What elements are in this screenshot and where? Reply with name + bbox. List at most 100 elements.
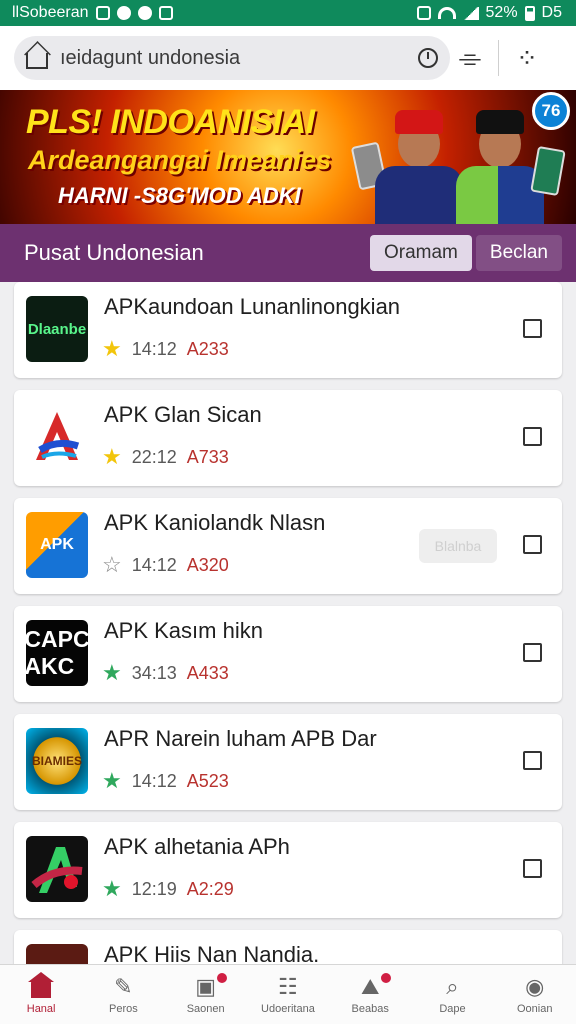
section-title: Pusat Undonesian (24, 240, 204, 265)
star-icon: ★ (102, 876, 122, 901)
nav-label: Hanal (26, 1002, 56, 1015)
app-screen: llSobeeran 52% D5 ıeidagunt undonesia ⌯ … (0, 0, 576, 1024)
nav-peros[interactable]: ✎ Peros (82, 965, 164, 1024)
nav-label: Dape (439, 1002, 466, 1015)
price-text: A320 (186, 554, 229, 575)
app-meta: ★ 12:19 A2:29 (102, 878, 234, 900)
app-meta: ★ 14:12 A523 (102, 770, 229, 792)
app-icon-label: Dlaanbe (27, 320, 87, 338)
section-header: Pusat Undonesian Oramam Beclan (0, 224, 576, 282)
nav-saonen[interactable]: ▣ Saonen (165, 965, 247, 1024)
app-name: APK Kaniolandk Nlasn (104, 510, 326, 535)
home-icon (28, 971, 55, 999)
section-tabs: Oramam Beclan (369, 235, 562, 271)
share-button[interactable]: ⌯ (450, 38, 490, 78)
nav-home[interactable]: Hanal (0, 965, 82, 1024)
home-icon[interactable] (26, 53, 48, 69)
app-icon-label: APK (40, 536, 74, 553)
select-checkbox[interactable] (523, 751, 542, 770)
star-outline-icon: ☆ (102, 552, 122, 577)
price-text: A433 (186, 662, 229, 683)
price-text: A523 (186, 770, 229, 791)
app-meta: ☆ 14:12 A320 (102, 554, 229, 576)
timer-icon[interactable] (418, 48, 438, 68)
tab-oramam[interactable]: Oramam (369, 235, 472, 271)
person-body (375, 166, 463, 224)
nav-label: Beabas (351, 1002, 389, 1015)
banner-badge-icon: 76 (532, 92, 570, 130)
chat-notification-icon (137, 6, 152, 20)
app-list: Dlaanbe APKaundoan Lunanlinongkian ★ 14:… (14, 282, 562, 1010)
bottom-navigation: Hanal ✎ Peros ▣ Saonen ☷ Udoeritana ⛰ Be… (0, 964, 576, 1024)
share-icon: ⌯ (458, 42, 482, 73)
list-item[interactable]: APK APK Kaniolandk Nlasn ☆ 14:12 A320 Bl… (14, 498, 562, 594)
app-meta: ★ 14:12 A233 (102, 338, 229, 360)
grid-icon: ☷ (278, 973, 298, 999)
tab-beclan[interactable]: Beclan (475, 235, 562, 271)
price-text: A733 (186, 446, 229, 467)
star-icon: ★ (102, 444, 122, 469)
silent-icon (416, 6, 431, 20)
app-meta: ★ 22:12 A733 (102, 446, 229, 468)
black-cap-icon (476, 110, 524, 134)
nav-dape[interactable]: ⌕ Dape (411, 965, 493, 1024)
battery-icon (524, 5, 535, 21)
signal-icon (462, 6, 479, 20)
url-text[interactable]: ıeidagunt undonesia (60, 47, 406, 70)
app-icon: APK (26, 512, 88, 578)
select-checkbox[interactable] (523, 319, 542, 338)
select-checkbox[interactable] (523, 859, 542, 878)
app-name: APK alhetania APh (104, 834, 290, 859)
menu-button[interactable]: ⁘ (507, 38, 547, 78)
select-checkbox[interactable] (523, 535, 542, 554)
rating-text: 22:12 (131, 446, 177, 467)
status-right-group: 52% D5 (416, 4, 562, 22)
address-bar[interactable]: ıeidagunt undonesia (14, 36, 450, 80)
app-name: APKaundoan Lunanlinongkian (104, 294, 401, 319)
app-meta: ★ 34:13 A433 (102, 662, 229, 684)
toolbar-divider (498, 40, 499, 76)
status-left-text: llSobeeran (12, 4, 89, 21)
status-left-group: llSobeeran (12, 4, 173, 22)
banner-headline: PLS! INDOANISIAI (26, 103, 315, 141)
rating-text: 12:19 (131, 878, 177, 899)
battery-percent: 52% (485, 4, 518, 21)
nav-label: Saonen (186, 1002, 225, 1015)
app-name: APK Glan Sican (104, 402, 262, 427)
app-name: APK Kasım hikn (104, 618, 263, 643)
app-icon (26, 404, 88, 470)
a-logo-icon (31, 847, 83, 893)
app-notification-icon (116, 6, 131, 20)
app-icon-label: CAPC AKC (26, 626, 88, 679)
list-item[interactable]: APK alhetania APh ★ 12:19 A2:29 (14, 822, 562, 918)
price-text: A233 (186, 338, 229, 359)
list-item[interactable]: APK Glan Sican ★ 22:12 A733 (14, 390, 562, 486)
ghost-chip: Blalnba (419, 529, 497, 563)
list-item[interactable]: BIAMIES APR Narein luham APB Dar ★ 14:12… (14, 714, 562, 810)
app-icon (26, 836, 88, 902)
select-checkbox[interactable] (523, 643, 542, 662)
list-item[interactable]: CAPC AKC APK Kasım hikn ★ 34:13 A433 (14, 606, 562, 702)
person-body (456, 166, 544, 224)
nav-beabas[interactable]: ⛰ Beabas (329, 965, 411, 1024)
red-cap-icon (395, 110, 443, 134)
home-shape (28, 971, 55, 998)
app-icon-label: BIAMIES (31, 754, 82, 768)
notification-dot (216, 973, 227, 983)
triangle-logo-icon (36, 412, 80, 460)
star-icon: ★ (102, 336, 122, 361)
list-item[interactable]: Dlaanbe APKaundoan Lunanlinongkian ★ 14:… (14, 282, 562, 378)
rating-text: 34:13 (131, 662, 177, 683)
nav-oonian[interactable]: ◉ Oonian (494, 965, 576, 1024)
select-checkbox[interactable] (523, 427, 542, 446)
status-right-extra: D5 (541, 4, 562, 21)
promo-banner[interactable]: PLS! INDOANISIAI Ardeangangai Imeanies H… (0, 90, 576, 224)
rating-text: 14:12 (131, 554, 177, 575)
app-name: APR Narein luham APB Dar (104, 726, 377, 751)
app-icon: CAPC AKC (26, 620, 88, 686)
app-icon: Dlaanbe (26, 296, 88, 362)
nav-udoeritana[interactable]: ☷ Udoeritana (247, 965, 329, 1024)
wifi-icon (437, 7, 456, 19)
rating-text: 14:12 (131, 338, 177, 359)
profile-icon: ◉ (525, 973, 545, 999)
